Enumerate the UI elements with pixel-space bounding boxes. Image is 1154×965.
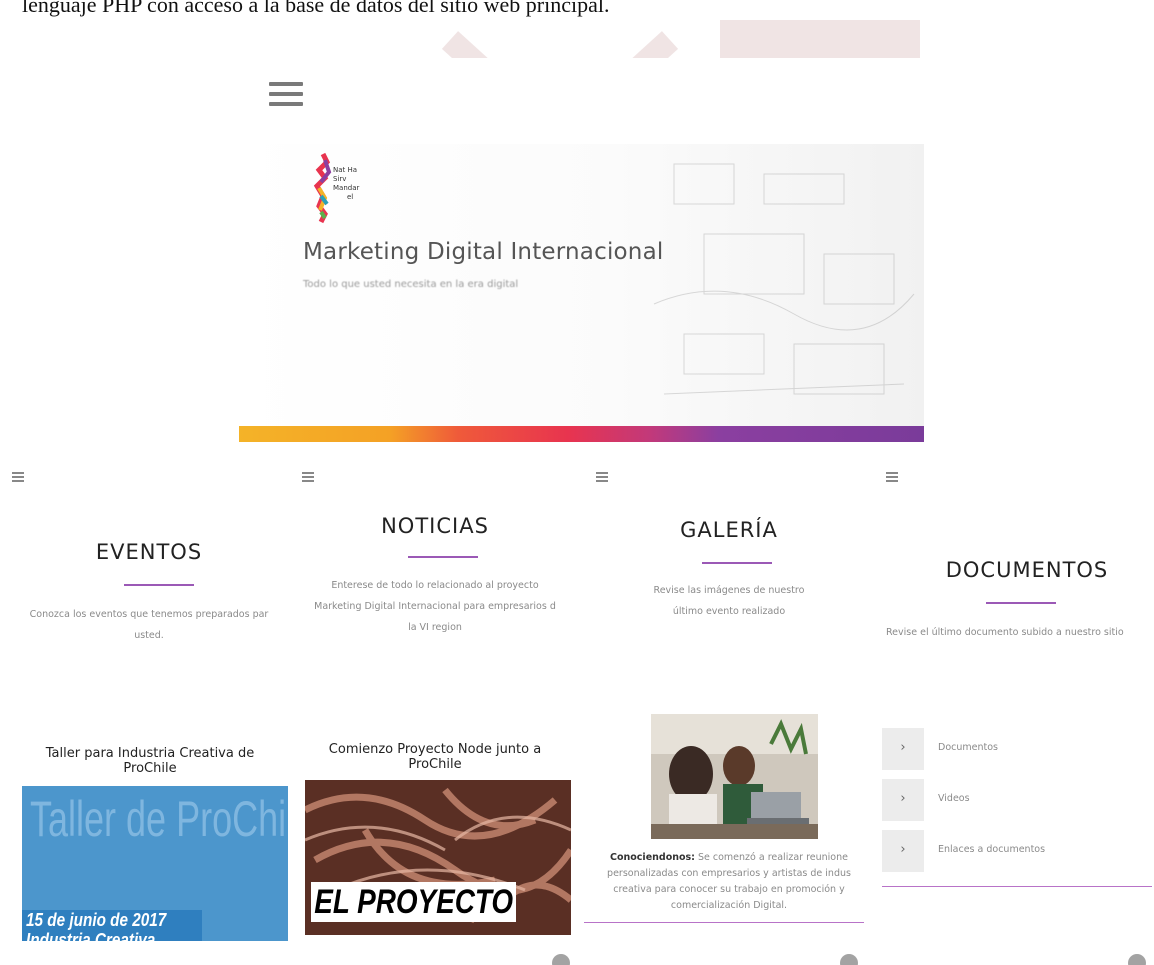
- section-description: Enterese de todo lo relacionado al proye…: [290, 575, 580, 638]
- card-title-line: ProChile: [123, 761, 177, 776]
- logo-line: Nat Ha: [333, 166, 358, 174]
- gallery-image[interactable]: [651, 714, 818, 839]
- news-image[interactable]: EL PROYECTO: [305, 780, 571, 935]
- menu-icon[interactable]: [886, 472, 898, 484]
- section-description: Revise las imágenes de nuestro último ev…: [584, 580, 874, 622]
- logo-line: Sirv: [333, 175, 347, 183]
- section-title: DOCUMENTOS: [945, 558, 1109, 582]
- section-divider: [882, 886, 1152, 887]
- menu-icon[interactable]: [596, 472, 608, 484]
- document-link-videos[interactable]: › Videos: [882, 779, 1152, 821]
- noticias-panel: NOTICIAS Enterese de todo lo relacionado…: [290, 462, 580, 965]
- section-title: GALERÍA: [680, 518, 778, 542]
- site-header-preview: Nat Ha Sirv Mandar el Marketing Digital …: [239, 58, 924, 442]
- scroll-up-button[interactable]: [1128, 954, 1146, 965]
- section-title: NOTICIAS: [381, 514, 489, 538]
- gallery-caption: Conociendonos: Se comenzó a realizar reu…: [584, 850, 874, 914]
- chevron-right-icon[interactable]: ›: [882, 728, 924, 770]
- card-title-line: ProChile: [408, 757, 462, 772]
- gallery-photo: [651, 714, 818, 839]
- description-line: Conozca los eventos que tenemos preparad…: [29, 609, 269, 620]
- logo-line: el: [347, 193, 354, 201]
- caption-line: Se comenzó a realizar reunione: [694, 852, 848, 863]
- section-divider: [584, 922, 864, 923]
- section-description: Revise el último documento subido a nues…: [886, 627, 1124, 638]
- card-title-line: Taller para Industria Creativa de: [45, 746, 255, 761]
- description-line: usted.: [134, 630, 164, 641]
- event-image[interactable]: Taller de ProChile 15 de junio de 2017 I…: [22, 786, 288, 941]
- hero-background-sketch: [653, 163, 915, 395]
- image-subtitle: Industria Creativa: [26, 930, 156, 941]
- document-link-label[interactable]: Documentos: [938, 742, 998, 753]
- caption-line: creativa para conocer su trabajo en prom…: [613, 884, 845, 895]
- galeria-panel: GALERÍA Revise las imágenes de nuestro ú…: [584, 462, 874, 965]
- section-divider: [124, 584, 194, 586]
- scroll-up-button[interactable]: [552, 954, 570, 965]
- caption-line: personalizadas con empresarios y artista…: [607, 868, 851, 879]
- section-title: EVENTOS: [95, 540, 203, 564]
- card-title-line: Comienzo Proyecto Node junto a: [328, 742, 542, 757]
- image-date: 15 de junio de 2017: [26, 910, 167, 930]
- description-line: último evento realizado: [672, 606, 786, 617]
- menu-icon[interactable]: [269, 82, 303, 114]
- section-divider: [408, 556, 478, 558]
- hero-subtitle: Todo lo que usted necesita en la era dig…: [303, 279, 519, 290]
- chevron-right-icon[interactable]: ›: [882, 779, 924, 821]
- description-line: Marketing Digital Internacional para emp…: [314, 601, 556, 612]
- document-link-documentos[interactable]: › Documentos: [882, 728, 1152, 770]
- menu-icon[interactable]: [12, 472, 24, 484]
- caption-line: comercialización Digital.: [670, 900, 788, 911]
- menu-icon[interactable]: [302, 472, 314, 484]
- event-card-title[interactable]: Taller para Industria Creativa de ProChi…: [12, 746, 288, 776]
- brand-color-strip: [239, 426, 924, 442]
- news-card-title[interactable]: Comienzo Proyecto Node junto a ProChile: [290, 742, 580, 772]
- documentos-panel: DOCUMENTOS Revise el último documento su…: [874, 462, 1154, 965]
- description-line: Revise las imágenes de nuestro: [653, 585, 805, 596]
- section-divider: [986, 602, 1056, 604]
- section-divider: [702, 562, 772, 564]
- description-line: Enterese de todo lo relacionado al proye…: [331, 580, 539, 591]
- logo-line: Mandar: [333, 184, 360, 192]
- document-link-label[interactable]: Videos: [938, 793, 970, 804]
- image-headline: Taller de ProChile: [30, 791, 288, 847]
- description-line: la VI region: [408, 622, 462, 633]
- caption-label: Conociendonos:: [610, 852, 695, 863]
- hero-title: Marketing Digital Internacional: [303, 239, 664, 265]
- chevron-right-icon[interactable]: ›: [882, 830, 924, 872]
- scroll-up-button[interactable]: [840, 954, 858, 965]
- logo-wordmark: Nat Ha Sirv Mandar el: [333, 166, 359, 202]
- section-description: Conozca los eventos que tenemos preparad…: [0, 604, 298, 646]
- document-link-enlaces[interactable]: › Enlaces a documentos: [882, 830, 1152, 872]
- hero-banner: Nat Ha Sirv Mandar el Marketing Digital …: [239, 144, 924, 426]
- eventos-panel: EVENTOS Conozca los eventos que tenemos …: [0, 462, 298, 965]
- document-link-label[interactable]: Enlaces a documentos: [938, 844, 1045, 855]
- image-label: EL PROYECTO: [311, 882, 517, 922]
